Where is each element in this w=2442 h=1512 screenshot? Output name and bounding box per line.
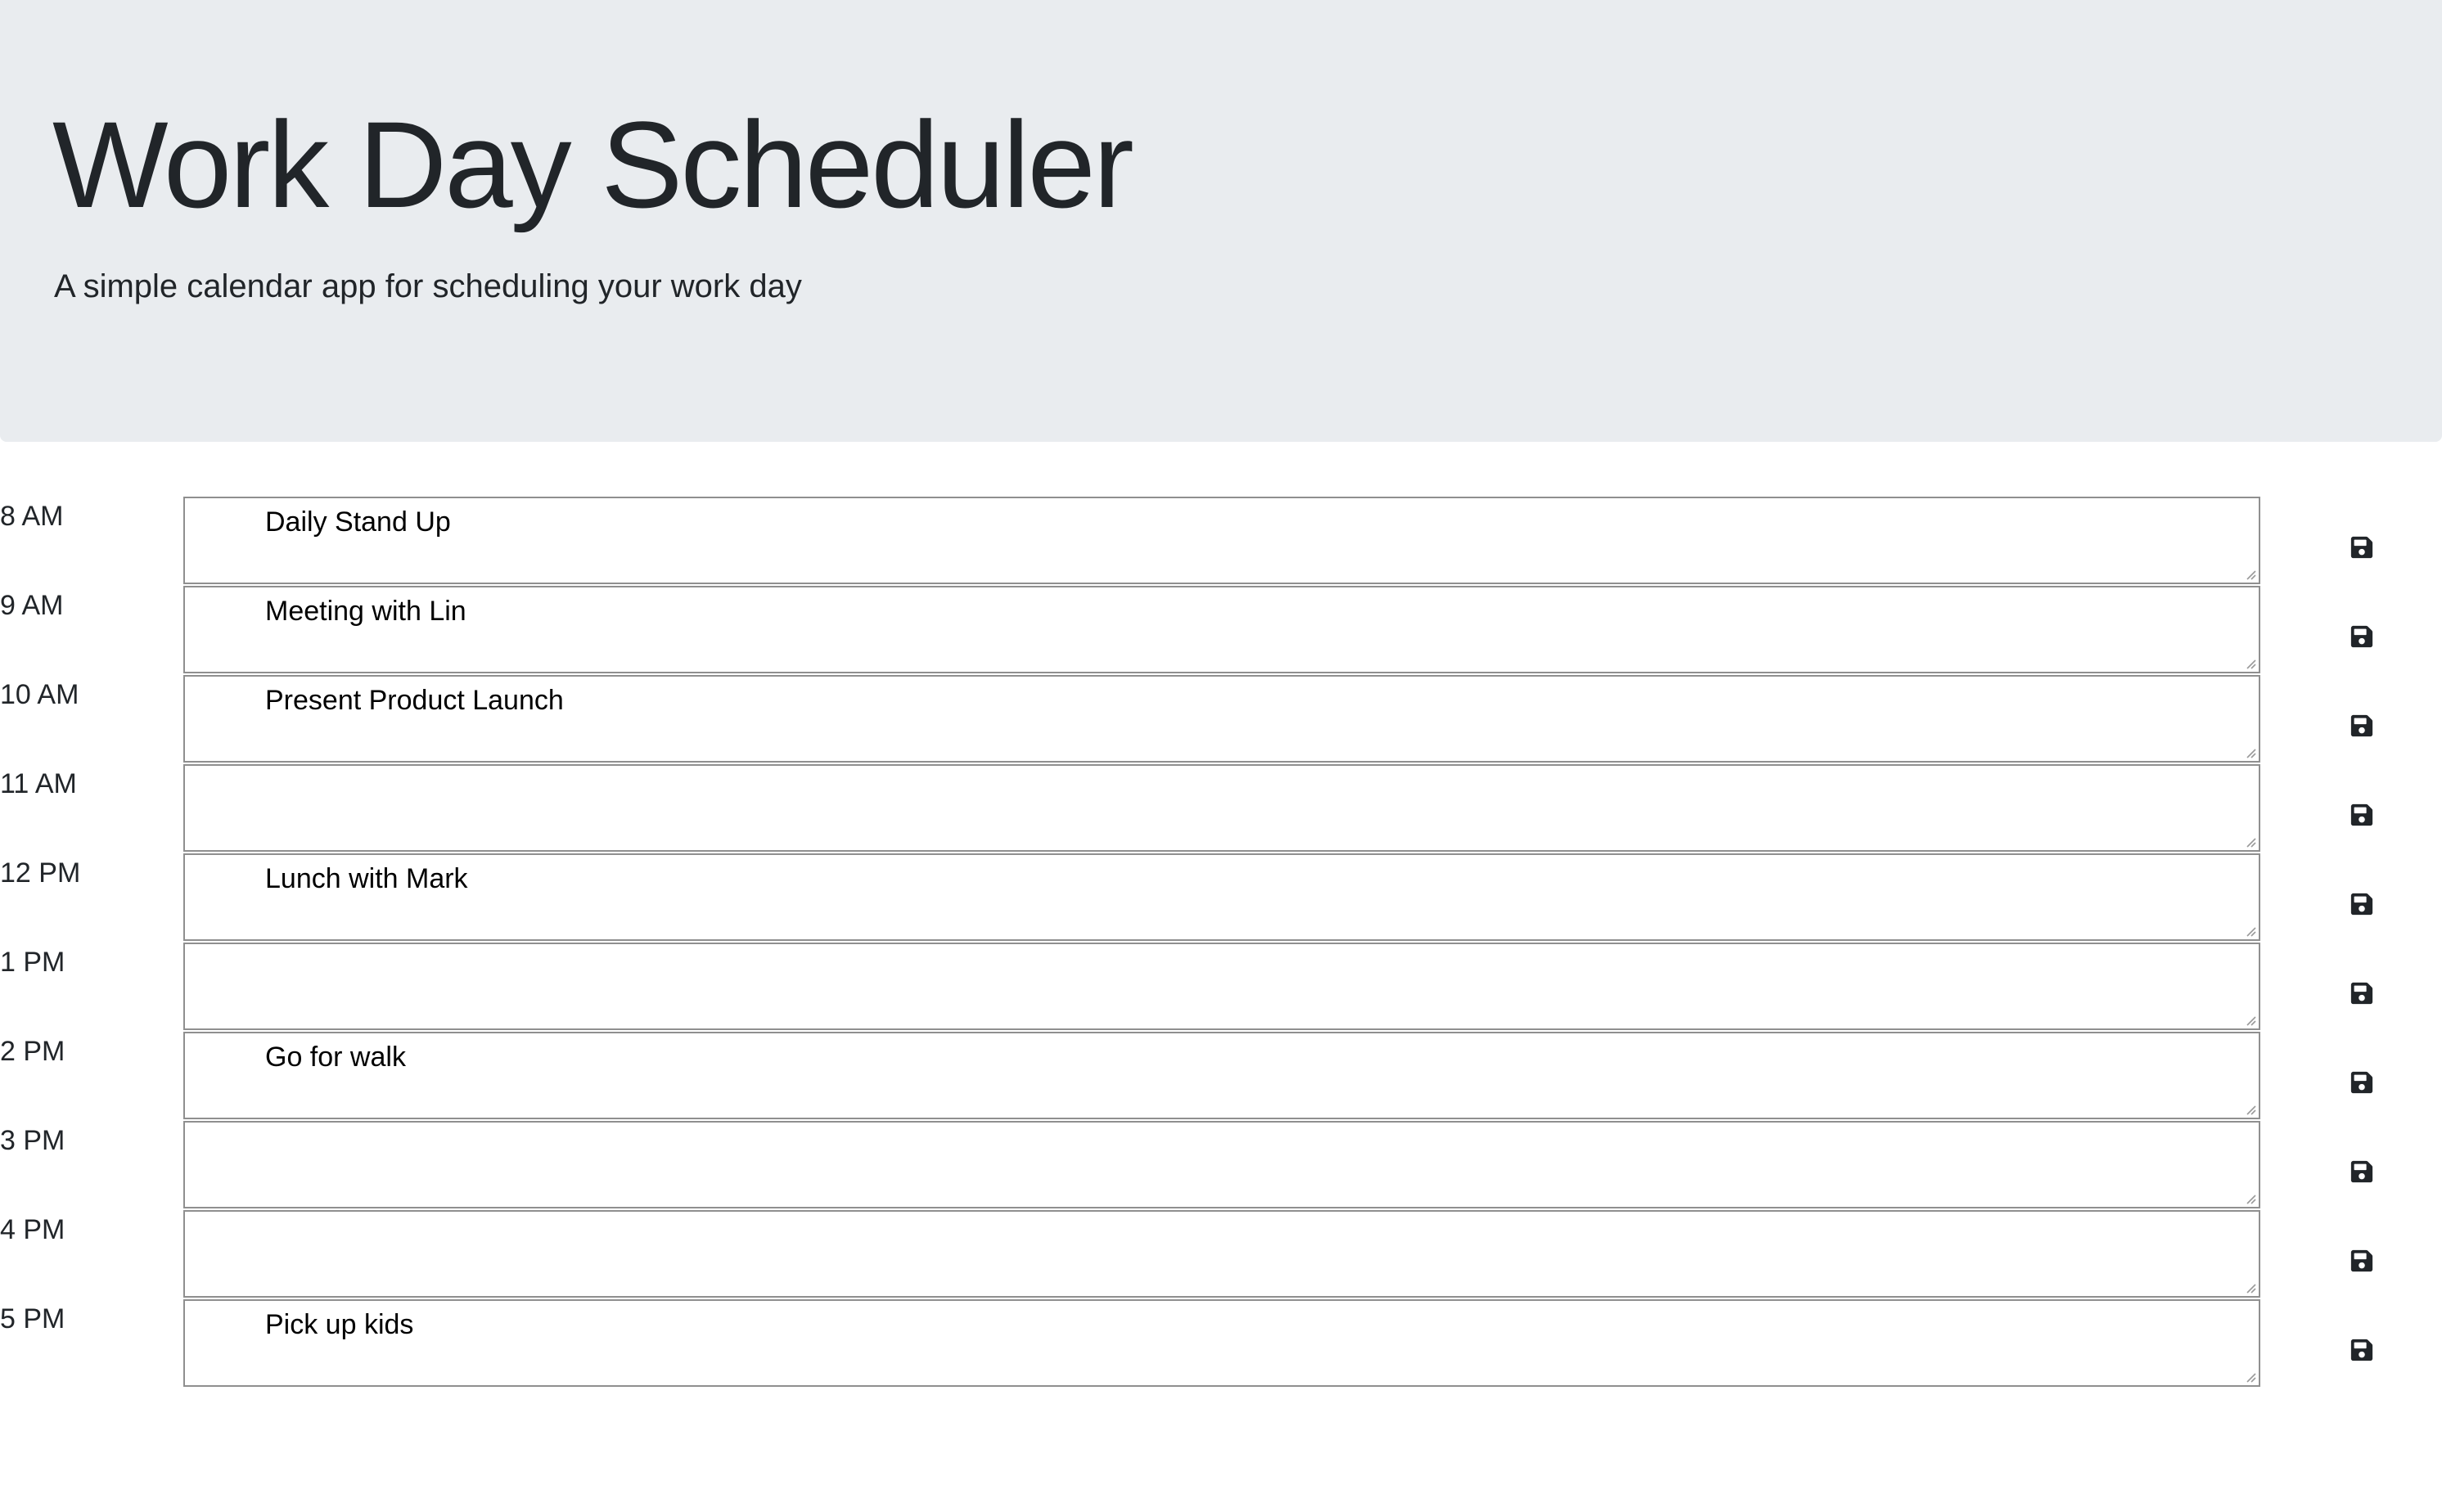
event-text: Meeting with Lin bbox=[265, 596, 466, 627]
event-textarea[interactable]: Lunch with Mark bbox=[183, 853, 2260, 941]
event-textarea[interactable]: Pick up kids bbox=[183, 1299, 2260, 1387]
floppy-disk-icon bbox=[2350, 1160, 2373, 1183]
save-button[interactable] bbox=[2336, 789, 2388, 841]
time-block-row: 9 AM Meeting with Lin bbox=[0, 585, 2442, 674]
header-jumbotron: Work Day Scheduler A simple calendar app… bbox=[0, 0, 2442, 442]
resize-handle-icon[interactable] bbox=[2244, 1370, 2257, 1384]
schedule-container: 8 AM Daily Stand Up 9 AM Meeting with Li… bbox=[0, 496, 2442, 1388]
hour-label: 11 AM bbox=[0, 768, 77, 799]
time-block-row: 4 PM bbox=[0, 1209, 2442, 1298]
floppy-disk-icon bbox=[2350, 1249, 2373, 1272]
resize-handle-icon[interactable] bbox=[2244, 657, 2257, 670]
event-text: Go for walk bbox=[265, 1042, 406, 1073]
event-text: Pick up kids bbox=[265, 1309, 414, 1340]
floppy-disk-icon bbox=[2350, 714, 2373, 737]
floppy-disk-icon bbox=[2350, 982, 2373, 1005]
event-text: Daily Stand Up bbox=[265, 506, 451, 538]
save-button[interactable] bbox=[2336, 967, 2388, 1019]
floppy-disk-icon bbox=[2350, 536, 2373, 559]
save-button[interactable] bbox=[2336, 521, 2388, 574]
event-textarea[interactable] bbox=[183, 1210, 2260, 1298]
floppy-disk-icon bbox=[2350, 1339, 2373, 1361]
event-text: Lunch with Mark bbox=[265, 863, 468, 894]
hour-label: 5 PM bbox=[0, 1303, 65, 1334]
save-button[interactable] bbox=[2336, 878, 2388, 930]
event-textarea[interactable] bbox=[183, 1121, 2260, 1208]
time-block-row: 12 PM Lunch with Mark bbox=[0, 853, 2442, 942]
hour-label: 8 AM bbox=[0, 501, 64, 532]
save-button[interactable] bbox=[2336, 1235, 2388, 1287]
page-title: Work Day Scheduler bbox=[52, 96, 1134, 233]
hour-label: 2 PM bbox=[0, 1036, 65, 1067]
floppy-disk-icon bbox=[2350, 625, 2373, 648]
floppy-disk-icon bbox=[2350, 893, 2373, 916]
resize-handle-icon[interactable] bbox=[2244, 925, 2257, 938]
page-subtitle: A simple calendar app for scheduling you… bbox=[54, 268, 802, 304]
event-textarea[interactable]: Present Product Launch bbox=[183, 675, 2260, 763]
event-textarea[interactable] bbox=[183, 943, 2260, 1030]
hour-label: 12 PM bbox=[0, 857, 81, 889]
resize-handle-icon[interactable] bbox=[2244, 568, 2257, 581]
hour-label: 3 PM bbox=[0, 1125, 65, 1156]
time-block-row: 11 AM bbox=[0, 763, 2442, 853]
resize-handle-icon[interactable] bbox=[2244, 746, 2257, 759]
time-block-row: 10 AM Present Product Launch bbox=[0, 674, 2442, 763]
hour-label: 4 PM bbox=[0, 1214, 65, 1245]
save-button[interactable] bbox=[2336, 1324, 2388, 1376]
time-block-row: 8 AM Daily Stand Up bbox=[0, 496, 2442, 585]
time-block-row: 1 PM bbox=[0, 942, 2442, 1031]
save-button[interactable] bbox=[2336, 1056, 2388, 1109]
event-textarea[interactable]: Daily Stand Up bbox=[183, 497, 2260, 584]
time-block-row: 3 PM bbox=[0, 1120, 2442, 1209]
event-textarea[interactable]: Meeting with Lin bbox=[183, 586, 2260, 673]
event-textarea[interactable] bbox=[183, 764, 2260, 852]
resize-handle-icon[interactable] bbox=[2244, 1192, 2257, 1205]
save-button[interactable] bbox=[2336, 1145, 2388, 1198]
floppy-disk-icon bbox=[2350, 1071, 2373, 1094]
event-text: Present Product Launch bbox=[265, 685, 564, 716]
resize-handle-icon[interactable] bbox=[2244, 835, 2257, 848]
resize-handle-icon[interactable] bbox=[2244, 1281, 2257, 1294]
save-button[interactable] bbox=[2336, 610, 2388, 663]
hour-label: 1 PM bbox=[0, 947, 65, 978]
resize-handle-icon[interactable] bbox=[2244, 1103, 2257, 1116]
time-block-row: 2 PM Go for walk bbox=[0, 1031, 2442, 1120]
resize-handle-icon[interactable] bbox=[2244, 1014, 2257, 1027]
event-textarea[interactable]: Go for walk bbox=[183, 1032, 2260, 1119]
hour-label: 10 AM bbox=[0, 679, 79, 710]
save-button[interactable] bbox=[2336, 700, 2388, 752]
hour-label: 9 AM bbox=[0, 590, 64, 621]
time-block-row: 5 PM Pick up kids bbox=[0, 1298, 2442, 1388]
floppy-disk-icon bbox=[2350, 803, 2373, 826]
